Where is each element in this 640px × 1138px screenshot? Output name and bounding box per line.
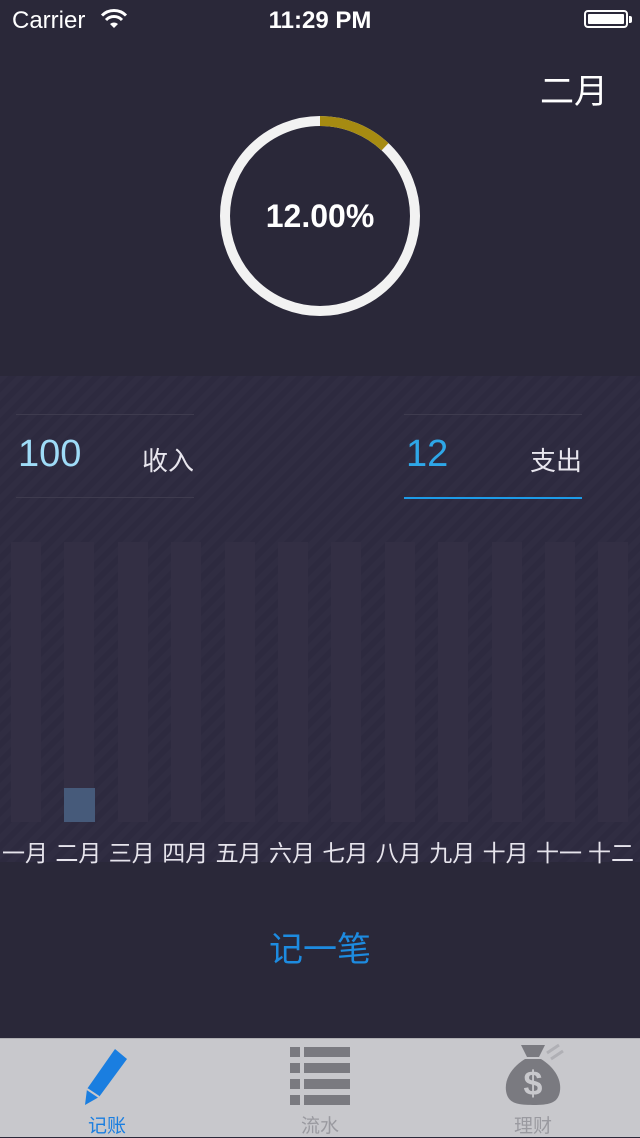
clock: 11:29 PM: [268, 7, 372, 34]
month-tick-label: 六月: [269, 841, 315, 867]
bar-track[interactable]: [171, 542, 202, 822]
bar-track[interactable]: [491, 542, 522, 822]
income-value: 100: [18, 433, 82, 475]
money-bag-icon: $: [505, 1043, 564, 1105]
bar-track[interactable]: [224, 542, 255, 822]
bar-track[interactable]: [331, 542, 362, 822]
battery-icon: [584, 10, 632, 28]
month-tick-label: 三月: [108, 841, 155, 867]
bar-track[interactable]: [438, 542, 469, 822]
month-tick-label: 十月: [482, 841, 529, 867]
month-title[interactable]: 二月: [540, 64, 608, 113]
tab-finance[interactable]: $ 理财: [453, 1039, 613, 1137]
tab-transactions[interactable]: 流水: [240, 1039, 400, 1137]
income-label: 收入: [141, 447, 194, 477]
bar-value: [63, 788, 95, 822]
tab-bookkeeping[interactable]: 记账: [27, 1039, 187, 1137]
month-tick-label: 十一: [536, 841, 582, 867]
status-bar: Carrier 11:29 PM: [0, 0, 640, 40]
bar-track[interactable]: [11, 542, 41, 822]
tab-label: 理财: [513, 1115, 552, 1137]
ring-percent-text: 12.00%: [265, 198, 375, 234]
list-icon: [290, 1047, 350, 1105]
month-tick-label: 九月: [429, 841, 476, 867]
summary-panel: 100 收入 12 支出: [0, 376, 640, 862]
income-stat[interactable]: 100 收入: [16, 414, 194, 498]
month-tick-label: 五月: [215, 841, 262, 867]
bar-track[interactable]: [598, 542, 629, 822]
record-entry-button[interactable]: 记一笔: [220, 924, 420, 976]
tab-bar: 记账 流水 $ 理财: [0, 1038, 640, 1137]
bar-track[interactable]: [64, 542, 95, 822]
month-tick-label: 十二: [588, 841, 634, 867]
tab-label: 流水: [300, 1115, 339, 1137]
bar-track[interactable]: [278, 542, 308, 822]
tab-label: 记账: [87, 1115, 126, 1137]
progress-ring: 12.00%: [220, 116, 420, 316]
month-tick-label: 二月: [55, 841, 102, 867]
bar-track[interactable]: [545, 542, 575, 822]
month-tick-label: 八月: [375, 841, 422, 867]
month-tick-label: 一月: [2, 841, 48, 867]
svg-text:$: $: [524, 1065, 543, 1103]
bar-track[interactable]: [384, 542, 415, 822]
pencil-icon: [85, 1049, 127, 1105]
month-tick-label: 七月: [322, 841, 369, 867]
expense-value: 12: [406, 433, 449, 475]
month-tick-label: 四月: [162, 841, 209, 867]
expense-label: 支出: [529, 447, 582, 477]
expense-stat[interactable]: 12 支出: [404, 414, 582, 499]
bar-track[interactable]: [117, 542, 148, 822]
